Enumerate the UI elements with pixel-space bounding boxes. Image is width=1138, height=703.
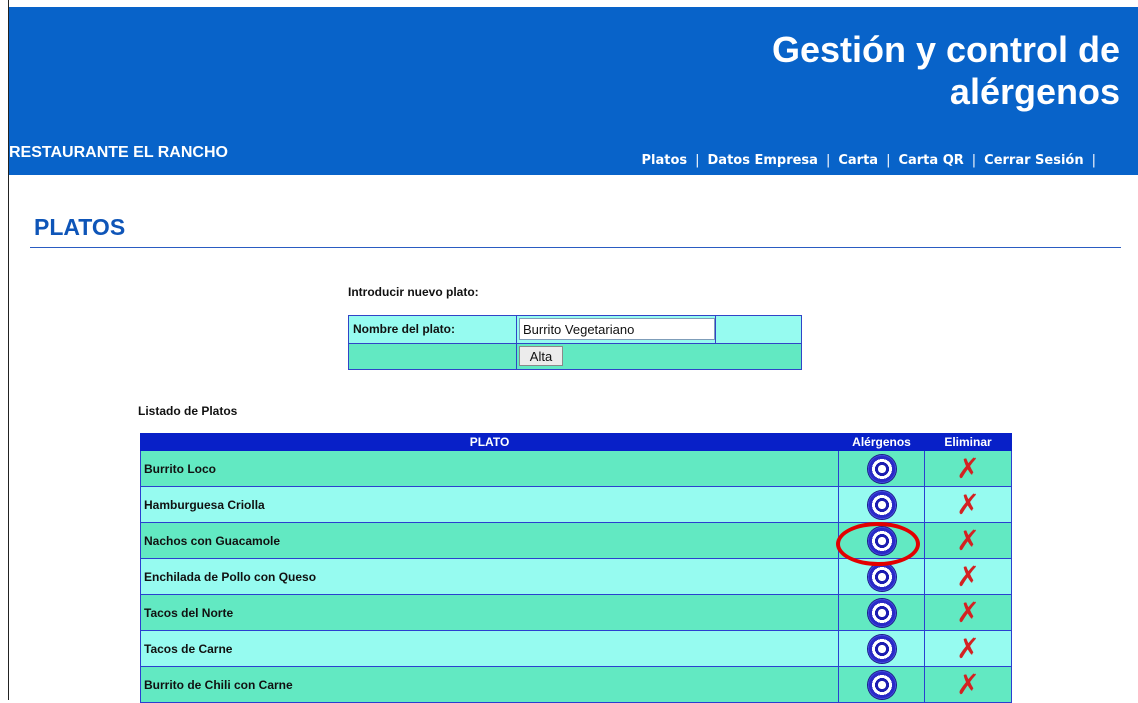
delete-cell: ✗ [924, 450, 1012, 487]
nav-datos-empresa[interactable]: Datos Empresa [708, 153, 818, 168]
delete-cell: ✗ [924, 522, 1012, 559]
column-plato: PLATO [140, 433, 839, 451]
allergen-target-icon[interactable] [867, 562, 896, 591]
delete-cell: ✗ [924, 666, 1012, 703]
allergen-target-icon[interactable] [867, 490, 896, 519]
page-title: PLATOS [34, 214, 126, 240]
highlight-circle [836, 522, 920, 566]
title-divider [30, 247, 1121, 248]
dish-name-cell: Burrito de Chili con Carne [140, 666, 839, 703]
delete-x-icon[interactable]: ✗ [956, 562, 979, 591]
delete-cell: ✗ [924, 630, 1012, 667]
delete-x-icon[interactable]: ✗ [956, 526, 979, 555]
dish-name-cell: Tacos del Norte [140, 594, 839, 631]
allergen-target-icon[interactable] [867, 670, 896, 699]
top-nav: Platos | Datos Empresa | Carta | Carta Q… [641, 153, 1104, 168]
nav-cerrar-sesion[interactable]: Cerrar Sesión [984, 153, 1083, 168]
table-row: Hamburguesa Criolla ✗ [140, 486, 1012, 523]
delete-cell: ✗ [924, 486, 1012, 523]
allergen-target-icon[interactable] [867, 598, 896, 627]
table-row: Burrito Loco ✗ [140, 450, 1012, 487]
nav-separator: | [1091, 153, 1096, 168]
table-row: Burrito de Chili con Carne ✗ [140, 666, 1012, 703]
dish-table: PLATO Alérgenos Eliminar Burrito Loco ✗ Ha… [140, 433, 1012, 703]
dish-name-cell: Hamburguesa Criolla [140, 486, 839, 523]
nav-platos[interactable]: Platos [641, 153, 687, 168]
allergens-cell [838, 594, 925, 631]
allergens-cell [838, 486, 925, 523]
site-header: Gestión y control de alérgenos RESTAURAN… [9, 7, 1138, 175]
company-name: RESTAURANTE EL RANCHO [9, 144, 228, 161]
dish-name-cell: Tacos de Carne [140, 630, 839, 667]
dish-name-cell: Enchilada de Pollo con Queso [140, 558, 839, 595]
delete-x-icon[interactable]: ✗ [956, 490, 979, 519]
form-intro: Introducir nuevo plato: [348, 285, 479, 299]
nav-carta[interactable]: Carta [838, 153, 878, 168]
nav-separator: | [695, 153, 700, 168]
allergens-cell [838, 666, 925, 703]
dish-name-input[interactable] [519, 318, 715, 340]
nav-separator: | [886, 153, 891, 168]
app-title: Gestión y control de alérgenos [771, 29, 1120, 112]
allergens-cell [838, 450, 925, 487]
column-eliminar: Eliminar [924, 433, 1012, 451]
delete-x-icon[interactable]: ✗ [956, 454, 979, 483]
table-header-row: PLATO Alérgenos Eliminar [140, 433, 1012, 451]
table-row: Tacos del Norte ✗ [140, 594, 1012, 631]
dish-name-label: Nombre del plato: [353, 322, 456, 336]
nav-carta-qr[interactable]: Carta QR [898, 153, 963, 168]
dish-name-cell: Nachos con Guacamole [140, 522, 839, 559]
dish-name-cell: Burrito Loco [140, 450, 839, 487]
delete-cell: ✗ [924, 558, 1012, 595]
allergens-cell [838, 630, 925, 667]
delete-cell: ✗ [924, 594, 1012, 631]
nav-separator: | [825, 153, 831, 168]
nav-separator: | [971, 153, 977, 168]
new-dish-form: Nombre del plato: Alta [348, 315, 802, 370]
alta-button[interactable]: Alta [519, 346, 563, 366]
delete-x-icon[interactable]: ✗ [956, 634, 979, 663]
delete-x-icon[interactable]: ✗ [956, 670, 979, 699]
allergen-target-icon[interactable] [867, 454, 896, 483]
column-alergenos: Alérgenos [838, 433, 925, 451]
allergen-target-icon[interactable] [867, 634, 896, 663]
delete-x-icon[interactable]: ✗ [956, 598, 979, 627]
list-title: Listado de Platos [138, 404, 238, 418]
table-row: Tacos de Carne ✗ [140, 630, 1012, 667]
